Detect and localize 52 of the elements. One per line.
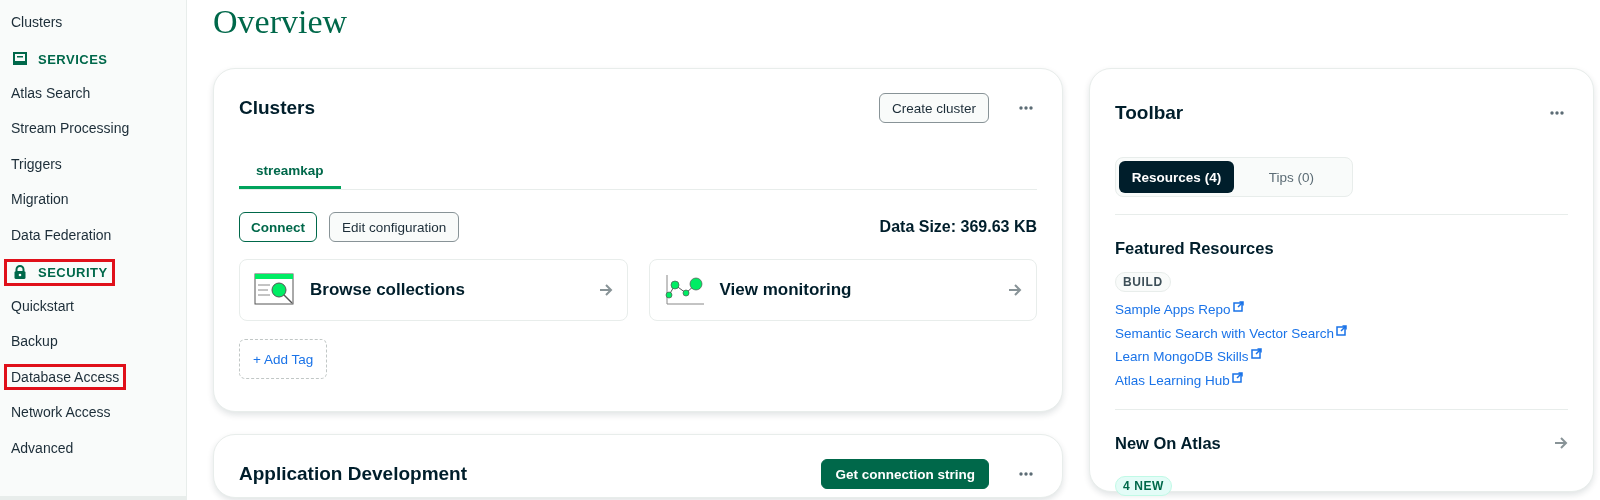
resource-link[interactable]: Atlas Learning Hub: [1115, 372, 1230, 388]
shortcut-tile[interactable]: View monitoring: [648, 259, 1037, 321]
tile-label: Browse collections: [310, 280, 466, 300]
new-count-badge: 4 NEW: [1115, 476, 1172, 496]
edit-configuration-button[interactable]: Edit configuration: [329, 212, 460, 242]
external-link-icon: [1231, 371, 1243, 383]
create-cluster-button[interactable]: Create cluster: [878, 93, 989, 123]
shortcut-tile[interactable]: Browse collections: [239, 259, 628, 321]
segment-tab[interactable]: Tips (0): [1234, 161, 1349, 193]
sidebar-item[interactable]: Advanced: [4, 434, 81, 461]
card-title: Application Development: [239, 463, 468, 485]
section-title: New On Atlas: [1115, 433, 1221, 453]
connect-button[interactable]: Connect: [239, 212, 317, 242]
more-options-icon: [1019, 472, 1033, 476]
sidebar-section-heading: SERVICES: [4, 45, 115, 73]
sidebar-item[interactable]: Database Access: [4, 363, 127, 390]
external-link-icon: [1232, 301, 1244, 313]
sidebar-item[interactable]: Triggers: [4, 150, 69, 177]
add-tag-button[interactable]: + Add Tag: [239, 339, 328, 379]
cluster-tab[interactable]: streamkap: [239, 155, 341, 189]
external-link-icon: [1336, 324, 1348, 336]
section-title: Featured Resources: [1115, 239, 1275, 258]
more-options-icon: [1550, 111, 1564, 115]
sidebar-item[interactable]: Clusters: [4, 8, 70, 35]
line-chart-icon: [663, 273, 706, 307]
sidebar-item[interactable]: Stream Processing: [4, 115, 137, 142]
sidebar-item[interactable]: Backup: [4, 328, 65, 355]
get-connection-string-button[interactable]: Get connection string: [821, 459, 989, 489]
more-options-icon: [1019, 106, 1033, 110]
sidebar-item[interactable]: Quickstart: [4, 292, 81, 319]
sidebar-section-heading: SECURITY: [4, 258, 115, 286]
arrow-right-icon: [1554, 437, 1568, 449]
monitor-icon: [13, 52, 27, 67]
sidebar-item[interactable]: Atlas Search: [4, 79, 98, 106]
resource-link[interactable]: Learn MongoDB Skills: [1115, 349, 1249, 365]
page-title: Overview: [213, 2, 349, 42]
tile-label: View monitoring: [719, 280, 853, 300]
sidebar-item[interactable]: Data Federation: [4, 221, 119, 248]
resource-link[interactable]: Semantic Search with Vector Search: [1115, 325, 1335, 341]
lock-icon: [13, 265, 27, 280]
sidebar-item[interactable]: Migration: [4, 186, 76, 213]
card-title: Toolbar: [1115, 102, 1184, 124]
segment-tab[interactable]: Resources (4): [1119, 161, 1234, 193]
browser-magnifier-icon: [254, 273, 296, 307]
data-size-text: Data Size: 369.63 KB: [879, 218, 1037, 236]
sidebar-item[interactable]: Network Access: [4, 399, 118, 426]
external-link-icon: [1250, 348, 1262, 360]
arrow-right-icon: [598, 284, 613, 296]
card-title: Clusters: [239, 97, 316, 119]
resource-link[interactable]: Sample Apps Repo: [1115, 302, 1231, 318]
category-badge: BUILD: [1115, 272, 1171, 292]
arrow-right-icon: [1008, 284, 1022, 296]
